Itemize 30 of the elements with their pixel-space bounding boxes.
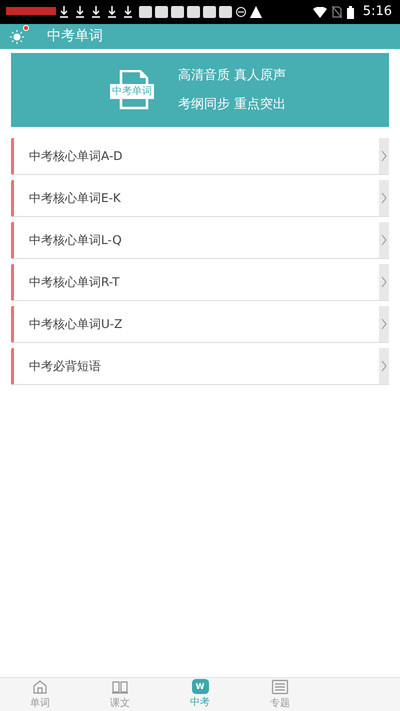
chevron-icon xyxy=(379,264,389,300)
sun-icon xyxy=(10,30,24,44)
list-icon xyxy=(271,678,289,694)
list-item[interactable]: 中考核心单词E-K xyxy=(11,180,389,217)
chevron-icon xyxy=(379,222,389,258)
list-item-label: 中考核心单词L-Q xyxy=(28,232,123,249)
banner-text: 高清音质 真人原声 xyxy=(178,66,286,84)
list-item[interactable]: 中考核心单词R-T xyxy=(11,264,389,301)
list-item-label: 中考核心单词A-D xyxy=(28,148,124,165)
no-sim-icon xyxy=(332,6,342,18)
banner-text: 考纲同步 重点突出 xyxy=(178,96,286,114)
wifi-icon xyxy=(312,6,327,18)
w-badge-icon: W xyxy=(192,679,208,694)
home-icon xyxy=(32,678,48,694)
chevron-icon xyxy=(379,180,389,216)
list-item-label: 中考核心单词E-K xyxy=(28,190,122,207)
battery-icon xyxy=(346,6,354,18)
list-item-label: 中考必背短语 xyxy=(28,358,102,375)
list-item[interactable]: 中考核心单词L-Q xyxy=(11,222,389,259)
chevron-icon xyxy=(379,348,389,384)
list-item-label: 中考核心单词R-T xyxy=(28,274,120,291)
chevron-icon xyxy=(379,306,389,342)
chevron-icon xyxy=(379,138,389,174)
list-item[interactable]: 中考必背短语 xyxy=(11,348,389,385)
list-item[interactable]: 中考核心单词A-D xyxy=(11,138,389,175)
book-icon xyxy=(111,678,129,694)
list-item-label: 中考核心单词U-Z xyxy=(28,316,124,333)
list-item[interactable]: 中考核心单词U-Z xyxy=(11,306,389,343)
app-title: 中考单词 xyxy=(47,27,103,46)
status-time: 5:16 xyxy=(362,3,392,22)
